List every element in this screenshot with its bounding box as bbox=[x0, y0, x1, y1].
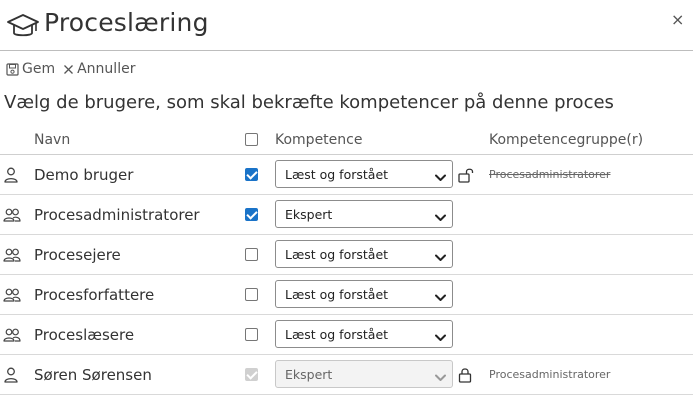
competence-select[interactable]: Læst og forstået bbox=[275, 320, 453, 348]
close-icon bbox=[64, 64, 74, 74]
cancel-label: Annuller bbox=[77, 61, 136, 77]
page-heading: Vælg de brugere, som skal bekræfte kompe… bbox=[4, 92, 614, 113]
dialog-title: Proceslæring bbox=[44, 8, 209, 37]
toolbar: Gem Annuller bbox=[6, 60, 143, 78]
user-icon bbox=[3, 167, 21, 183]
row-checkbox[interactable] bbox=[245, 208, 258, 221]
row-name: Demo bruger bbox=[34, 166, 134, 184]
table-row: Proceslæsere Læst og forstået bbox=[0, 315, 693, 355]
row-name: Procesejere bbox=[34, 246, 121, 264]
row-name: Proceslæsere bbox=[34, 326, 135, 344]
dialog-header: Proceslæring × bbox=[0, 0, 693, 51]
close-icon[interactable]: × bbox=[671, 10, 684, 29]
competence-select[interactable]: Læst og forstået bbox=[275, 240, 453, 268]
row-name: Procesforfattere bbox=[34, 286, 155, 304]
column-header-competence: Kompetence bbox=[275, 132, 363, 148]
table-row: Søren Sørensen Ekspert Procesadministrator… bbox=[0, 355, 693, 395]
chevron-down-icon bbox=[435, 170, 446, 185]
users-icon bbox=[3, 287, 21, 303]
column-header-group: Kompetencegruppe(r) bbox=[489, 132, 644, 148]
graduation-cap-icon bbox=[7, 14, 39, 37]
cancel-button[interactable]: Annuller bbox=[63, 61, 135, 77]
unlock-icon[interactable] bbox=[458, 167, 474, 187]
table-header: Navn Kompetence Kompetencegruppe(r) bbox=[0, 125, 693, 155]
chevron-down-icon bbox=[435, 290, 446, 305]
chevron-down-icon bbox=[435, 250, 446, 265]
row-name: Procesadministratorer bbox=[34, 206, 200, 224]
row-checkbox[interactable] bbox=[245, 288, 258, 301]
select-all-checkbox[interactable] bbox=[245, 133, 258, 146]
competence-select[interactable]: Læst og forstået bbox=[275, 160, 453, 188]
column-header-name: Navn bbox=[34, 132, 71, 148]
row-checkbox[interactable] bbox=[245, 168, 258, 181]
competence-value: Læst og forstået bbox=[285, 247, 389, 262]
chevron-down-icon bbox=[435, 330, 446, 345]
competence-group: Procesadministratorer bbox=[489, 368, 611, 381]
lock-icon bbox=[458, 367, 472, 387]
table-row: Procesforfattere Læst og forstået bbox=[0, 275, 693, 315]
save-button[interactable]: Gem bbox=[6, 61, 55, 77]
table-row: Demo bruger Læst og forstået Procesadminis… bbox=[0, 155, 693, 195]
chevron-down-icon bbox=[435, 210, 446, 225]
users-icon bbox=[3, 327, 21, 343]
chevron-down-icon bbox=[435, 370, 446, 385]
save-label: Gem bbox=[22, 61, 56, 77]
users-icon bbox=[3, 247, 21, 263]
competence-select[interactable]: Læst og forstået bbox=[275, 280, 453, 308]
users-icon bbox=[3, 207, 21, 223]
competence-select[interactable]: Ekspert bbox=[275, 200, 453, 228]
competence-value: Ekspert bbox=[285, 207, 333, 222]
competence-value: Ekspert bbox=[285, 367, 333, 382]
competence-select: Ekspert bbox=[275, 360, 453, 388]
save-icon bbox=[6, 62, 19, 76]
competence-value: Læst og forstået bbox=[285, 327, 389, 342]
table-row: Procesadministratorer Ekspert bbox=[0, 195, 693, 235]
competence-value: Læst og forstået bbox=[285, 167, 389, 182]
users-table: Navn Kompetence Kompetencegruppe(r) Demo… bbox=[0, 125, 693, 395]
row-checkbox[interactable] bbox=[245, 248, 258, 261]
competence-group: Procesadministratorer bbox=[489, 168, 611, 181]
table-body: Demo bruger Læst og forstået Procesadminis… bbox=[0, 155, 693, 395]
row-checkbox bbox=[245, 368, 258, 381]
table-row: Procesejere Læst og forstået bbox=[0, 235, 693, 275]
row-name: Søren Sørensen bbox=[34, 366, 152, 384]
competence-value: Læst og forstået bbox=[285, 287, 389, 302]
row-checkbox[interactable] bbox=[245, 328, 258, 341]
user-icon bbox=[3, 367, 21, 383]
